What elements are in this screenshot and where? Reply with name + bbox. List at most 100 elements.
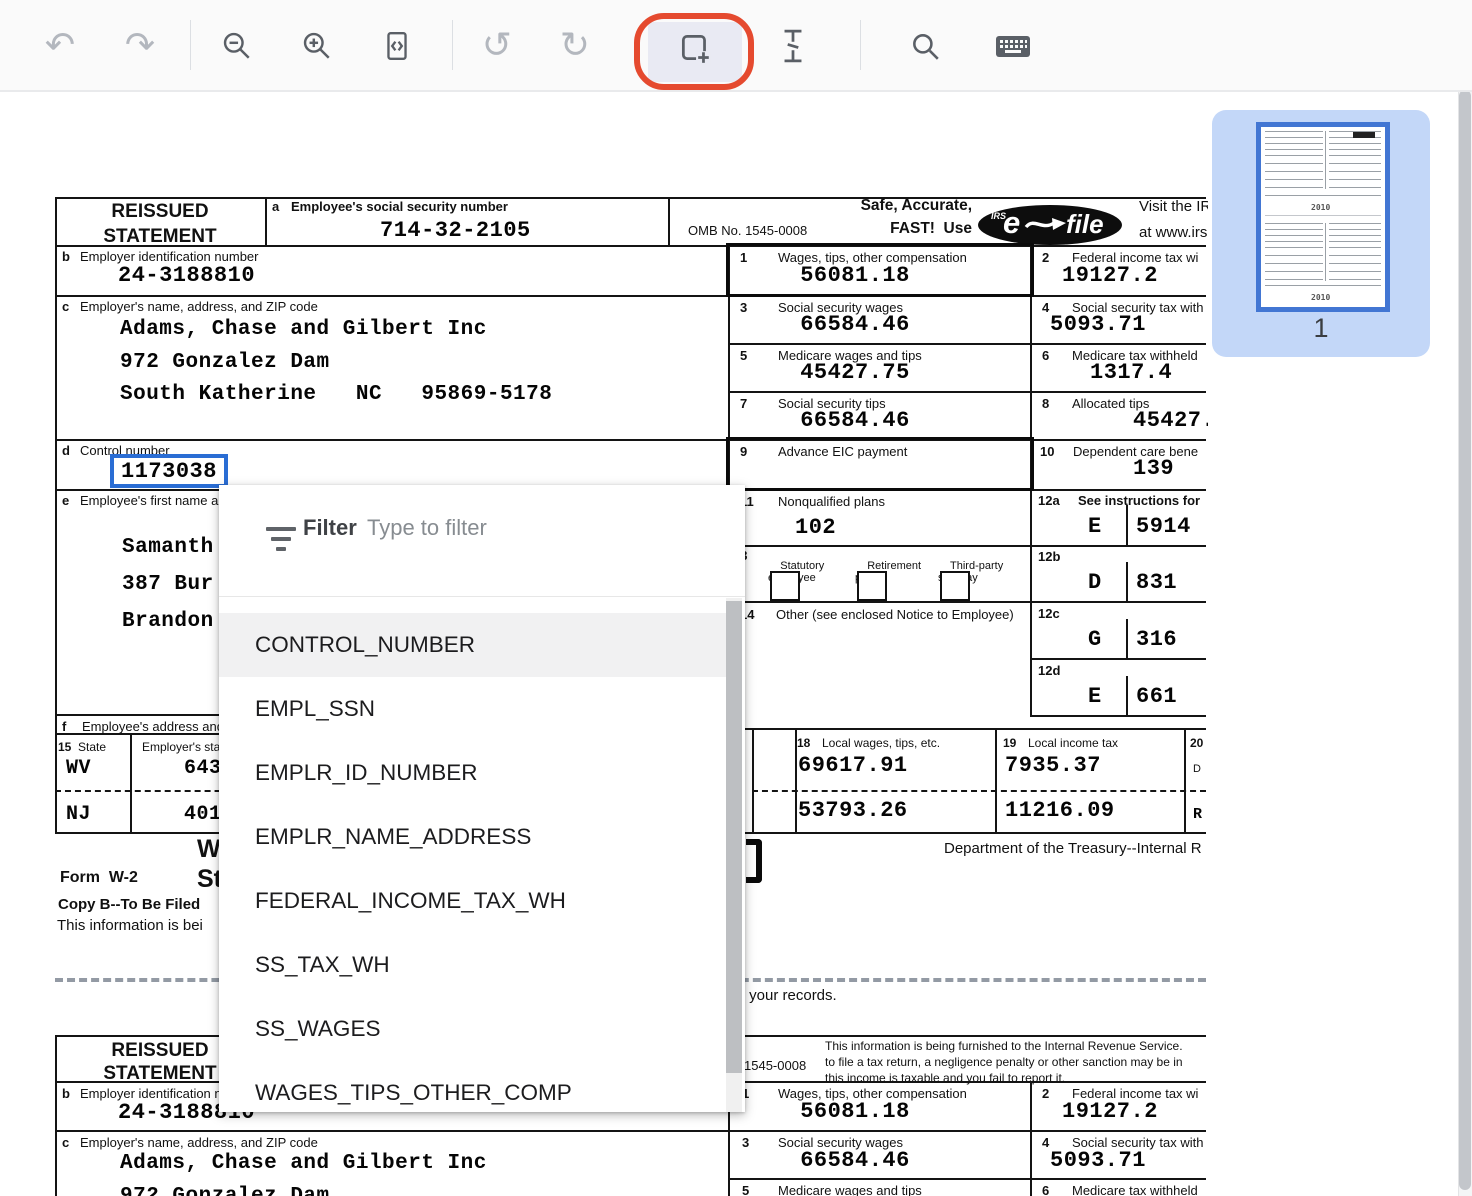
fit-width-icon	[381, 30, 413, 62]
box4-value: 5093.71	[1050, 312, 1146, 337]
employee-line2: 387 Bur	[122, 573, 214, 596]
thumbnail-line	[1329, 163, 1381, 164]
rotate-right-button[interactable]: ↻	[550, 21, 600, 71]
thumbnail-line	[1265, 187, 1323, 188]
ssn-letter: a	[272, 199, 279, 214]
box20-locality2: R	[1193, 806, 1203, 823]
resize-annotation-button[interactable]	[768, 21, 818, 71]
box10-num: 10	[1040, 444, 1054, 459]
box12a-num: 12a	[1038, 493, 1060, 508]
efile-file-text: file	[1066, 209, 1104, 240]
form-grid-line	[728, 343, 1206, 345]
dropdown-item[interactable]: SS_TAX_WH	[219, 933, 726, 997]
employer2-line2: 972 Gonzalez Dam	[120, 1185, 330, 1196]
dropdown-item[interactable]: SS_WAGES	[219, 997, 726, 1061]
employee-letter: e	[62, 493, 69, 508]
omb2-fragment: 1545-0008	[744, 1058, 806, 1073]
page-number-label: 1	[1212, 313, 1430, 344]
thumbnail-line	[1325, 223, 1326, 281]
window-scrollbar-thumb[interactable]	[1459, 90, 1471, 1190]
keyboard-button[interactable]	[988, 21, 1038, 71]
box6-num: 6	[1042, 348, 1049, 363]
furnished-info-line2: to file a tax return, a negligence penal…	[825, 1055, 1183, 1069]
thumbnail-line	[1329, 263, 1381, 264]
undo-icon: ↶	[45, 28, 75, 64]
box20-num: 20	[1190, 736, 1203, 750]
redo-icon: ↷	[125, 28, 155, 64]
thumbnail-line	[1265, 271, 1323, 272]
dropdown-list: CONTROL_NUMBER EMPL_SSN EMPLR_ID_NUMBER …	[219, 613, 726, 1125]
box12c-code: G	[1088, 627, 1102, 652]
dropdown-item[interactable]: WAGES_TIPS_OTHER_COMP	[219, 1061, 726, 1125]
box6b-label: Medicare tax withheld	[1072, 1183, 1198, 1196]
box12b-num: 12b	[1038, 549, 1060, 564]
box1b-value: 56081.18	[760, 1099, 950, 1124]
box12d-code: E	[1088, 684, 1102, 709]
box12a-value: 5914	[1136, 514, 1191, 539]
fit-width-button[interactable]	[372, 21, 422, 71]
dropdown-item[interactable]: FEDERAL_INCOME_TAX_WH	[219, 869, 726, 933]
form-grid-line	[995, 728, 997, 834]
box18-label: Local wages, tips, etc.	[822, 736, 940, 750]
box8-num: 8	[1042, 396, 1049, 411]
search-button[interactable]	[900, 21, 950, 71]
box2-value: 19127.2	[1062, 263, 1158, 288]
ssn-label: Employee's social security number	[291, 199, 508, 214]
employee-line3: Brandon	[122, 610, 214, 633]
selected-field-annotation[interactable]: 1173038	[110, 454, 228, 488]
document-canvas[interactable]: REISSUED STATEMENT a Employee's social s…	[0, 0, 1208, 1196]
thumbnail-line	[1265, 155, 1323, 156]
dropdown-item[interactable]: CONTROL_NUMBER	[219, 613, 726, 677]
dropdown-scrollbar-thumb[interactable]	[726, 601, 742, 1073]
box9-label: Advance EIC payment	[778, 444, 907, 459]
box12c-value: 316	[1136, 627, 1177, 652]
copy-b-text: Copy B--To Be Filed	[58, 896, 200, 913]
efile-arrow-icon	[1024, 215, 1068, 235]
box12b-code: D	[1088, 570, 1102, 595]
employer2-label: Employer's name, address, and ZIP code	[80, 1135, 318, 1150]
dropdown-item[interactable]: EMPLR_ID_NUMBER	[219, 741, 726, 805]
page-thumbnail[interactable]: 2010 2010	[1256, 122, 1390, 312]
filter-input[interactable]: Filter Type to filter	[219, 485, 745, 597]
box1-num: 1	[740, 250, 747, 265]
thumbnail-line	[1265, 195, 1381, 196]
furnished-info-line1: This information is being furnished to t…	[825, 1039, 1183, 1053]
box8-value: 45427.	[1133, 408, 1208, 433]
employer-label: Employer's name, address, and ZIP code	[80, 299, 318, 314]
rotate-left-icon: ↺	[482, 28, 512, 64]
zoom-out-button[interactable]	[212, 21, 262, 71]
form-grid-line	[265, 197, 267, 247]
state-row-state: NJ	[66, 803, 91, 826]
dropdown-item[interactable]: EMPL_SSN	[219, 677, 726, 741]
thumbnail-line	[1329, 155, 1381, 156]
thumbnail-line	[1265, 285, 1381, 286]
thumbnail-line	[1329, 241, 1381, 242]
form-grid-line	[55, 197, 57, 834]
employer-line2: 972 Gonzalez Dam	[120, 351, 330, 374]
box12d-value: 661	[1136, 684, 1177, 709]
dropdown-item[interactable]: EMPLR_NAME_ADDRESS	[219, 805, 726, 869]
state-row-id: 401	[184, 803, 222, 826]
thumbnail-line	[1329, 143, 1381, 144]
form-grid-line	[752, 728, 754, 834]
thumbnail-line	[1329, 271, 1381, 272]
control-letter: d	[62, 443, 70, 458]
box2-num: 2	[1042, 250, 1049, 265]
state-row-state: WV	[66, 757, 91, 780]
form-grid-line	[1126, 619, 1128, 659]
box6b-num: 6	[1042, 1183, 1049, 1196]
thumbnail-line	[1265, 171, 1323, 172]
ein2-letter: b	[62, 1086, 70, 1101]
thumbnail-line	[1265, 131, 1323, 132]
box2b-num: 2	[1042, 1086, 1049, 1101]
toolbar-divider	[860, 20, 861, 70]
thumbnail-line	[1329, 229, 1381, 230]
form-grid-line	[728, 391, 1206, 393]
undo-button[interactable]: ↶	[35, 21, 85, 71]
visit-line1: Visit the IRS	[1139, 198, 1208, 215]
zoom-in-button[interactable]	[292, 21, 342, 71]
rotate-left-button[interactable]: ↺	[472, 21, 522, 71]
employer-state-label: Employer's sta	[142, 740, 220, 754]
redo-button[interactable]: ↷	[115, 21, 165, 71]
box2b-value: 19127.2	[1062, 1099, 1158, 1124]
